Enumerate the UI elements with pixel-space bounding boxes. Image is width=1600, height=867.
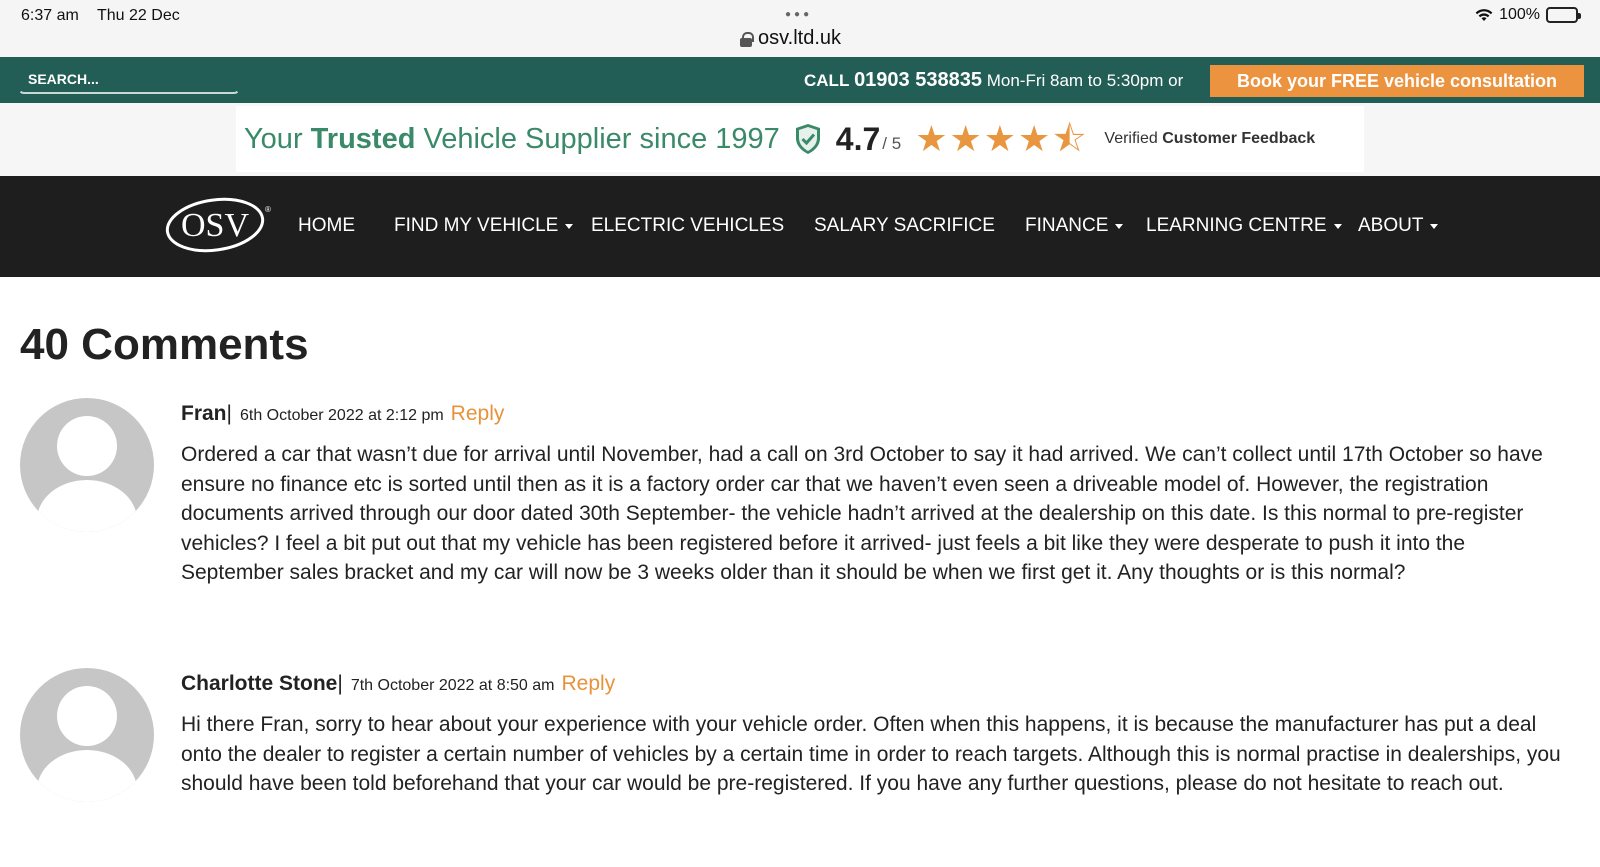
book-consultation-button[interactable]: Book your FREE vehicle consultation bbox=[1210, 65, 1584, 97]
comment-body: Ordered a car that wasn’t due for arriva… bbox=[181, 443, 1543, 584]
address-bar[interactable]: osv.ltd.uk bbox=[740, 27, 841, 50]
search-input[interactable] bbox=[28, 71, 230, 87]
comment-date: 6th October 2022 at 2:12 pm bbox=[239, 407, 444, 424]
phone-number[interactable]: 01903 538835 bbox=[854, 69, 982, 91]
browser-status-bar: 6:37 am Thu 22 Dec ●●● osv.ltd.uk 100% bbox=[0, 0, 1600, 57]
star-rating: ★ ★ ★ ★ ⯪ bbox=[915, 121, 1086, 157]
reply-link[interactable]: Reply bbox=[451, 402, 505, 426]
comment-meta: Fran | 6th October 2022 at 2:12 pm Reply bbox=[181, 402, 504, 426]
status-indicators: 100% bbox=[1475, 6, 1581, 24]
svg-text:®: ® bbox=[265, 205, 271, 214]
top-contact-bar: CALL 01903 538835 Mon-Fri 8am to 5:30pm … bbox=[0, 57, 1600, 103]
tagline-bold: Trusted bbox=[310, 122, 416, 155]
search-box[interactable] bbox=[18, 66, 240, 94]
comment-author: Fran bbox=[181, 402, 227, 425]
status-date: Thu 22 Dec bbox=[97, 7, 180, 24]
lock-icon bbox=[740, 31, 754, 47]
nav-label: ABOUT bbox=[1358, 215, 1424, 236]
wifi-icon bbox=[1475, 8, 1493, 22]
nav-label: ELECTRIC VEHICLES bbox=[591, 215, 785, 236]
star-icon: ★ bbox=[915, 118, 948, 159]
star-icon: ★ bbox=[1018, 118, 1051, 159]
avatar bbox=[20, 398, 154, 532]
caret-down-icon bbox=[1333, 223, 1342, 229]
nav-about[interactable]: ABOUT bbox=[1358, 215, 1439, 237]
caret-down-icon bbox=[1115, 223, 1124, 229]
nav-label: LEARNING CENTRE bbox=[1146, 215, 1327, 236]
opening-hours: Mon-Fri 8am to 5:30pm or bbox=[986, 71, 1184, 90]
comments-title: 40 Comments bbox=[20, 320, 309, 369]
nav-label: FIND MY VEHICLE bbox=[394, 215, 559, 236]
avatar bbox=[20, 668, 154, 802]
tagline-suffix: Vehicle Supplier since 1997 bbox=[423, 122, 780, 155]
caret-down-icon bbox=[565, 223, 574, 229]
comment-meta: Charlotte Stone | 7th October 2022 at 8:… bbox=[181, 672, 615, 696]
reply-link[interactable]: Reply bbox=[562, 672, 616, 696]
main-nav: OSV ® HOME FIND MY VEHICLE ELECTRIC VEHI… bbox=[0, 176, 1600, 277]
tagline-prefix: Your bbox=[244, 122, 303, 155]
star-icon: ★ bbox=[983, 118, 1017, 159]
nav-electric-vehicles[interactable]: ELECTRIC VEHICLES bbox=[591, 215, 784, 237]
rating-value: 4.7 bbox=[835, 120, 881, 157]
author-separator: | bbox=[226, 402, 232, 425]
trust-banner-image[interactable]: Your Trusted Vehicle Supplier since 1997… bbox=[236, 106, 1364, 172]
logo-text: OSV bbox=[181, 207, 249, 244]
call-info: CALL 01903 538835 Mon-Fri 8am to 5:30pm … bbox=[804, 69, 1183, 92]
verified-bold: Customer Feedback bbox=[1162, 130, 1316, 147]
nav-home[interactable]: HOME bbox=[298, 215, 355, 237]
nav-label: SALARY SACRIFICE bbox=[814, 215, 995, 236]
shield-check-icon bbox=[794, 123, 822, 155]
nav-learning-centre[interactable]: LEARNING CENTRE bbox=[1146, 215, 1342, 237]
trust-banner: Your Trusted Vehicle Supplier since 1997… bbox=[0, 103, 1600, 176]
half-star-icon: ⯪ bbox=[1052, 118, 1087, 159]
verified-prefix: Verified bbox=[1104, 130, 1158, 147]
nav-find-my-vehicle[interactable]: FIND MY VEHICLE bbox=[394, 215, 574, 237]
star-icon: ★ bbox=[949, 118, 982, 159]
comment-body: Hi there Fran, sorry to hear about your … bbox=[181, 713, 1561, 795]
call-label: CALL bbox=[804, 71, 850, 90]
comment-author: Charlotte Stone bbox=[181, 672, 338, 695]
nav-label: FINANCE bbox=[1025, 215, 1109, 236]
more-dots-icon[interactable]: ●●● bbox=[785, 9, 812, 20]
battery-icon bbox=[1546, 7, 1581, 23]
author-separator: | bbox=[337, 672, 343, 695]
url-text: osv.ltd.uk bbox=[758, 27, 841, 49]
osv-logo[interactable]: OSV ® bbox=[165, 196, 271, 254]
nav-label: HOME bbox=[298, 215, 355, 236]
rating-max: / 5 bbox=[882, 134, 902, 153]
nav-salary-sacrifice[interactable]: SALARY SACRIFICE bbox=[814, 215, 995, 237]
verified-feedback: Verified Customer Feedback bbox=[1104, 130, 1315, 148]
status-time: 6:37 am bbox=[21, 7, 79, 24]
trust-tagline: Your Trusted Vehicle Supplier since 1997 bbox=[244, 123, 780, 156]
caret-down-icon bbox=[1430, 223, 1439, 229]
nav-finance[interactable]: FINANCE bbox=[1025, 215, 1124, 237]
comment-date: 7th October 2022 at 8:50 am bbox=[350, 677, 555, 694]
battery-percent: 100% bbox=[1499, 6, 1540, 23]
